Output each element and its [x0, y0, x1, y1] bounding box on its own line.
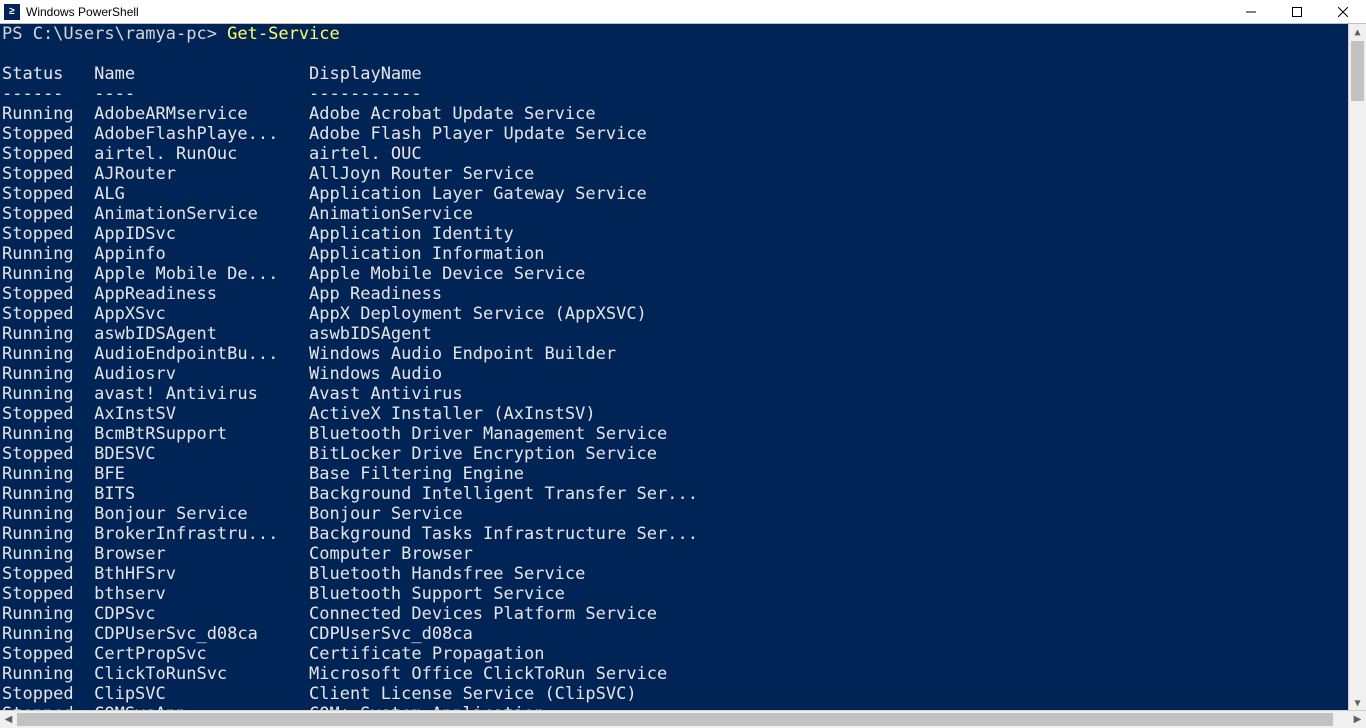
scroll-left-arrow-icon[interactable]: ◀ — [0, 711, 17, 728]
window-title: Windows PowerShell — [26, 5, 139, 19]
app-icon: ≥ — [4, 4, 20, 20]
horizontal-scroll-thumb[interactable] — [17, 713, 1333, 726]
console-area[interactable]: PS C:\Users\ramya-pc> Get-Service Status… — [0, 24, 1366, 712]
vertical-scrollbar[interactable]: ▲ ▼ — [1348, 24, 1366, 712]
close-button[interactable] — [1320, 0, 1366, 23]
horizontal-scrollbar[interactable]: ◀ ▶ — [0, 710, 1366, 728]
maximize-button[interactable] — [1274, 0, 1320, 23]
console-output: PS C:\Users\ramya-pc> Get-Service Status… — [0, 24, 1366, 712]
vertical-scroll-thumb[interactable] — [1351, 41, 1364, 101]
minimize-button[interactable] — [1228, 0, 1274, 23]
scroll-right-arrow-icon[interactable]: ▶ — [1349, 711, 1366, 728]
scroll-up-arrow-icon[interactable]: ▲ — [1349, 24, 1366, 41]
titlebar[interactable]: ≥ Windows PowerShell — [0, 0, 1366, 24]
